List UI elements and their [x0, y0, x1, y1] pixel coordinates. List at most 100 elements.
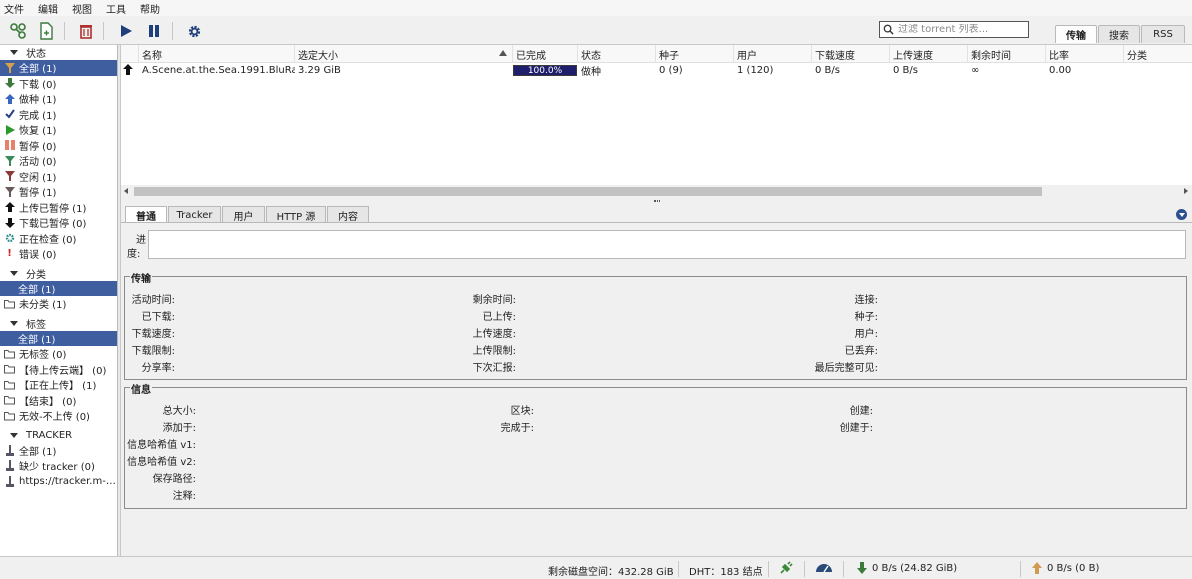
global-upload-speed[interactable]: 0 B/s (0 B) [1047, 563, 1099, 574]
scrollbar-thumb[interactable] [134, 187, 1042, 196]
column-header-status[interactable]: 状态 [578, 45, 656, 63]
column-header-eta[interactable]: 剩余时间 [968, 45, 1046, 63]
sidebar-item-stalled-uploading[interactable]: 上传已暂停 (1) [0, 200, 117, 216]
sidebar-item-label: 完成 (1) [19, 110, 57, 122]
column-header-peers[interactable]: 用户 [734, 45, 812, 63]
category-header-label: 分类 [26, 269, 46, 281]
sidebar-item-stalled-downloading[interactable]: 下载已暂停 (0) [0, 215, 117, 231]
table-horizontal-scrollbar[interactable] [121, 185, 1192, 198]
status-separator [804, 561, 805, 577]
column-header-upload-speed[interactable]: 上传速度 [890, 45, 968, 63]
options-button[interactable] [184, 21, 204, 41]
label-next-announce: 下次汇报: [472, 363, 516, 374]
sidebar-item-label: 缺少 tracker (0) [19, 462, 95, 474]
menu-edit[interactable]: 编辑 [38, 1, 58, 16]
search-input[interactable] [898, 24, 1026, 35]
column-header-seeds[interactable]: 种子 [656, 45, 734, 63]
sidebar-item-checking[interactable]: 正在检查 (0) [0, 231, 117, 247]
column-header-size[interactable]: 选定大小 [295, 45, 513, 63]
sidebar-item-tag-invalid[interactable]: 无效-不上传 (0) [0, 408, 117, 424]
tab-content[interactable]: 内容 [327, 206, 369, 223]
stalled-upload-icon [4, 202, 15, 213]
sidebar-item-downloading[interactable]: 下载 (0) [0, 76, 117, 92]
column-header-ratio[interactable]: 比率 [1046, 45, 1124, 63]
sidebar-item-untagged[interactable]: 无标签 (0) [0, 346, 117, 362]
column-header-download-speed[interactable]: 下载速度 [812, 45, 890, 63]
panel-toggle-button[interactable] [1176, 209, 1187, 220]
sidebar-item-tag-all[interactable]: 全部 (1) [0, 330, 117, 346]
status-header[interactable]: 状态 [0, 45, 117, 60]
sidebar-item-uncategorized[interactable]: 未分类 (1) [0, 296, 117, 312]
resume-button[interactable] [116, 21, 136, 41]
category-header[interactable]: 分类 [0, 266, 117, 281]
scroll-left-icon[interactable] [124, 188, 128, 194]
sidebar-item-trackerless[interactable]: 缺少 tracker (0) [0, 458, 117, 474]
sidebar-item-seeding[interactable]: 做种 (1) [0, 91, 117, 107]
tab-http-sources[interactable]: HTTP 源 [266, 206, 326, 223]
tab-search[interactable]: 搜索 [1098, 25, 1140, 43]
sidebar-item-errored[interactable]: ! 错误 (0) [0, 246, 117, 262]
status-bar: 剩余磁盘空间：432.28 GiB DHT：183 结点 0 B/s (24.8… [0, 556, 1192, 579]
label-seeds: 种子: [854, 312, 878, 323]
sidebar-item-label: 无标签 (0) [19, 350, 67, 362]
filter-inactive-icon [4, 171, 15, 182]
sidebar-item-stalled[interactable]: 暂停 (1) [0, 184, 117, 200]
sidebar-item-resumed[interactable]: 恢复 (1) [0, 122, 117, 138]
sidebar-item-inactive[interactable]: 空闲 (1) [0, 169, 117, 185]
tag-header-label: 标签 [26, 319, 46, 331]
menu-tools[interactable]: 工具 [106, 1, 126, 16]
sidebar-item-completed[interactable]: 完成 (1) [0, 107, 117, 123]
delete-button[interactable] [76, 21, 96, 41]
pause-icon [4, 140, 15, 151]
global-download-speed[interactable]: 0 B/s (24.82 GiB) [872, 563, 957, 574]
sidebar-item-category-all[interactable]: 全部 (1) [0, 280, 117, 296]
sidebar-item-status-all[interactable]: 全部 (1) [0, 60, 117, 76]
scroll-right-icon[interactable] [1184, 188, 1188, 194]
stalled-download-icon [4, 217, 15, 228]
tracker-header[interactable]: TRACKER [0, 428, 117, 443]
speed-limit-toggle[interactable] [815, 562, 833, 576]
menu-help[interactable]: 帮助 [140, 1, 160, 16]
tab-peers[interactable]: 用户 [222, 206, 265, 223]
label-created-by: 创建: [849, 406, 873, 417]
add-torrent-link-button[interactable] [8, 21, 28, 41]
tab-rss[interactable]: RSS [1141, 25, 1185, 43]
menu-file[interactable]: 文件 [4, 1, 24, 16]
sidebar-item-tag-uploading[interactable]: 【正在上传】 (1) [0, 377, 117, 393]
sidebar-item-tag-pending-upload[interactable]: 【待上传云端】 (0) [0, 362, 117, 378]
dht-nodes: DHT：183 结点 [689, 567, 763, 578]
tab-trackers[interactable]: Tracker [168, 206, 221, 223]
folder-icon [4, 298, 15, 309]
tab-general[interactable]: 普通 [125, 206, 167, 223]
tracker-icon [4, 475, 15, 487]
label-download-limit: 下载限制: [131, 346, 175, 357]
label-download-speed: 下载速度: [131, 329, 175, 340]
sidebar-item-tag-finished[interactable]: 【结束】 (0) [0, 393, 117, 409]
row-ratio: 0.00 [1049, 65, 1072, 76]
column-header-category[interactable]: 分类 [1124, 45, 1190, 63]
tag-header[interactable]: 标签 [0, 316, 117, 331]
column-header-state[interactable] [121, 45, 139, 63]
collapse-triangle-icon [10, 320, 18, 326]
gear-icon [188, 25, 200, 37]
sidebar-item-paused[interactable]: 暂停 (0) [0, 138, 117, 154]
table-row[interactable]: A.Scene.at.the.Sea.1991.BluRay.... 3.29 … [121, 63, 1192, 78]
label-info-hash-v1: 信息哈希值 v1: [127, 440, 196, 451]
free-disk-space: 剩余磁盘空间：432.28 GiB [548, 567, 674, 578]
connection-status-button[interactable] [779, 561, 793, 578]
column-header-progress[interactable]: 已完成 [513, 45, 578, 63]
menu-view[interactable]: 视图 [72, 1, 92, 16]
sidebar-item-tracker-all[interactable]: 全部 (1) [0, 443, 117, 459]
add-torrent-file-button[interactable] [36, 21, 56, 41]
sort-ascending-icon [499, 50, 507, 56]
pause-button[interactable] [144, 21, 164, 41]
folder-icon [4, 348, 15, 359]
sidebar-item-tracker-mteam[interactable]: https://tracker.m-tea... [0, 474, 117, 490]
sidebar-item-label: 恢复 (1) [19, 126, 57, 138]
sidebar-item-active[interactable]: 活动 (0) [0, 153, 117, 169]
sidebar-item-label: 暂停 (1) [19, 188, 57, 200]
search-box[interactable] [879, 21, 1029, 38]
column-header-name[interactable]: 名称 [139, 45, 295, 63]
sidebar-item-label: 错误 (0) [19, 250, 57, 262]
tab-transfers[interactable]: 传输 [1055, 25, 1097, 43]
